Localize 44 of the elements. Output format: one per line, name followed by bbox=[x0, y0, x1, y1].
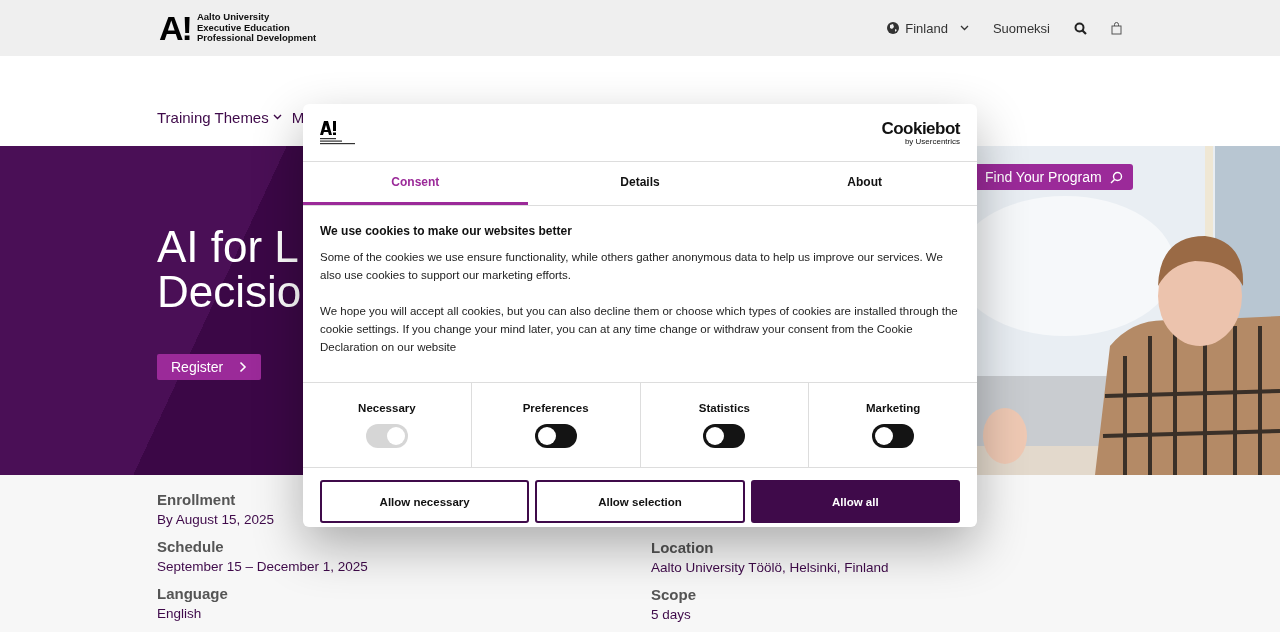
dialog-tab[interactable]: Consent bbox=[303, 162, 528, 205]
detail-value: September 15 – December 1, 2025 bbox=[157, 559, 368, 574]
allow-button[interactable]: Allow selection bbox=[535, 480, 745, 523]
detail-value: 5 days bbox=[651, 607, 691, 622]
detail-value: Aalto University Töölö, Helsinki, Finland bbox=[651, 560, 889, 575]
hero-title: AI for L Decisio bbox=[157, 224, 302, 314]
toggle-switch[interactable] bbox=[534, 424, 577, 448]
dialog-tab[interactable]: About bbox=[752, 162, 977, 205]
detail-value: English bbox=[157, 606, 202, 621]
find-program-button[interactable]: Find Your Program bbox=[977, 164, 1133, 190]
globe-icon bbox=[887, 22, 900, 34]
search-icon[interactable] bbox=[1074, 21, 1087, 35]
detail-label: Language bbox=[157, 585, 228, 602]
search-icon bbox=[1109, 170, 1123, 184]
logo-text: Aalto University Executive Education Professional Development bbox=[196, 12, 317, 44]
detail-value: By August 15, 2025 bbox=[157, 512, 275, 527]
shopping-bag-icon[interactable] bbox=[1111, 21, 1122, 35]
dialog-paragraph: Some of the cookies we use ensure functionality, while others gather anonymous data to help us improve our services. We also use cookies to support our marketing efforts. bbox=[320, 250, 944, 283]
chevron-down-icon bbox=[959, 25, 969, 31]
toggle-label: Preferences bbox=[522, 402, 589, 414]
cookiebot-tagline: by Usercentrics bbox=[904, 136, 960, 146]
allow-all-button[interactable]: Allow all bbox=[750, 480, 960, 523]
register-button[interactable]: Register bbox=[157, 354, 262, 380]
detail-label: Scope bbox=[651, 586, 696, 603]
detail-label: Location bbox=[651, 539, 714, 556]
toggle-label: Necessary bbox=[358, 402, 416, 414]
dialog-paragraph: We hope you will accept all cookies, but you can also decline them or choose which types of cookies are installed through the cookie settings. If you change your mind later, you can at any time change or withdraw your consent from the Cookie Declaration on our website bbox=[320, 304, 959, 355]
detail-label: Schedule bbox=[157, 538, 224, 555]
chevron-right-icon bbox=[239, 361, 248, 373]
language-link[interactable]: Suomeksi bbox=[992, 20, 1050, 36]
toggle-label: Statistics bbox=[698, 402, 750, 414]
detail-label: Enrollment bbox=[157, 491, 236, 508]
logo-icon bbox=[320, 119, 356, 146]
cookiebot-logo: Cookiebot bbox=[881, 119, 960, 137]
nav-link[interactable]: Training Themes bbox=[157, 108, 282, 126]
allow-button[interactable]: Allow necessary bbox=[320, 480, 530, 523]
logo-mark[interactable]: A! bbox=[159, 11, 191, 45]
dialog-tab[interactable]: Details bbox=[527, 162, 753, 205]
toggle-switch[interactable] bbox=[872, 424, 915, 448]
toggle-label: Marketing bbox=[865, 402, 921, 414]
country-selector[interactable]: Finland bbox=[887, 20, 969, 36]
toggle-switch[interactable] bbox=[703, 424, 746, 448]
nav-link[interactable]: M bbox=[291, 108, 305, 126]
dialog-heading: We use cookies to make our websites better bbox=[320, 224, 573, 238]
